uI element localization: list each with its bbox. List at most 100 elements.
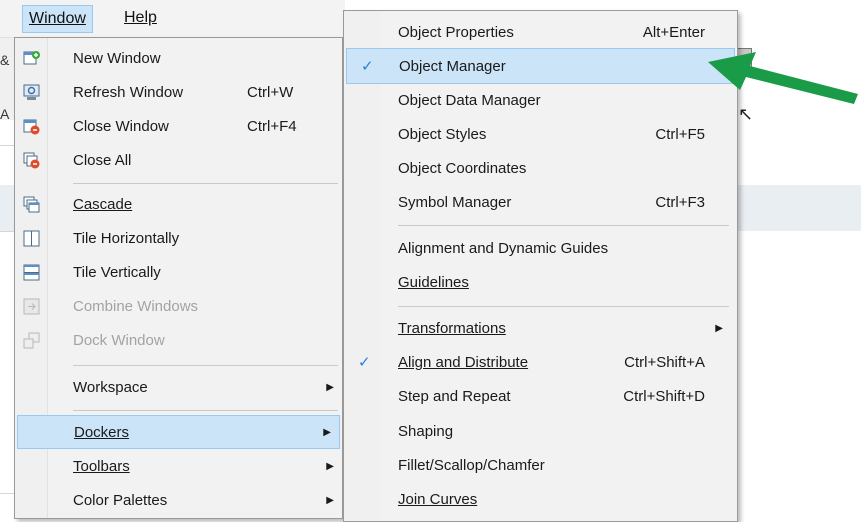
tile-vertically-icon: [23, 264, 40, 281]
menu-item-color-palettes[interactable]: Color Palettes ▶: [15, 484, 342, 516]
cascade-icon: [23, 196, 40, 213]
refresh-window-icon: [23, 84, 40, 100]
menu-item-label-text: Dockers: [74, 424, 130, 441]
menu-item-fillet-scallop-chamfer[interactable]: Fillet/Scallop/Chamfer: [344, 448, 737, 482]
menu-item-label: Symbol Manager: [398, 194, 512, 211]
menu-separator: [398, 306, 729, 307]
background-panel: [0, 185, 14, 231]
menu-item-label: Close Window: [73, 118, 169, 135]
close-all-icon: [23, 152, 40, 169]
menu-item-transformations[interactable]: Transformations ▶: [344, 311, 737, 345]
menu-separator: [73, 365, 338, 366]
menu-item-combine-windows[interactable]: Combine Windows: [15, 290, 342, 322]
menu-item-refresh-window[interactable]: Refresh Window Ctrl+W: [15, 76, 342, 108]
menu-item-shaping[interactable]: Shaping: [344, 414, 737, 448]
menu-item-label: Object Manager: [399, 58, 506, 75]
menu-item-cascade[interactable]: Cascade: [15, 188, 342, 220]
dockers-submenu: Object Properties Alt+Enter ✓ Object Man…: [343, 10, 738, 522]
menu-item-label: New Window: [73, 50, 161, 67]
edge-text: &: [0, 52, 10, 68]
annotation-arrow-icon: [708, 52, 858, 104]
menu-item-tile-horizontally[interactable]: Tile Horizontally: [15, 222, 342, 254]
check-icon: ✓: [358, 354, 371, 371]
menu-item-dock-window[interactable]: Dock Window: [15, 324, 342, 356]
menu-item-label: Combine Windows: [73, 298, 199, 315]
menu-item-object-manager[interactable]: ✓ Object Manager: [346, 48, 735, 84]
menu-item-shortcut: Ctrl+F4: [247, 118, 297, 135]
menu-item-label-text: Toolbars: [73, 458, 130, 475]
menu-item-label-text: Align and Distribute: [398, 354, 529, 371]
menu-item-object-styles[interactable]: Object Styles Ctrl+F5: [344, 117, 737, 151]
menu-item-label: Guidelines: [398, 265, 469, 300]
menu-item-close-window[interactable]: Close Window Ctrl+F4: [15, 110, 342, 142]
menu-item-step-repeat[interactable]: Step and Repeat Ctrl+Shift+D: [344, 379, 737, 413]
menu-item-toolbars[interactable]: Toolbars ▶: [15, 450, 342, 482]
menu-item-label: Cascade: [73, 188, 132, 222]
submenu-arrow-icon: ▶: [326, 461, 334, 472]
menu-item-label-text: Transformations: [398, 320, 506, 337]
menu-item-label: Workspace: [73, 379, 148, 396]
menu-item-label-text: Cascade: [73, 196, 133, 213]
combine-windows-icon: [23, 298, 40, 315]
edge-text: A: [0, 106, 10, 122]
menu-item-object-properties[interactable]: Object Properties Alt+Enter: [344, 15, 737, 49]
mouse-cursor-icon: ↖: [738, 104, 754, 124]
menu-separator: [398, 225, 729, 226]
menu-item-shortcut: Ctrl+W: [247, 84, 294, 101]
menu-item-shortcut: Ctrl+Shift+A: [624, 354, 705, 371]
menu-item-label: Object Data Manager: [398, 92, 541, 109]
menu-item-guidelines[interactable]: Guidelines: [344, 265, 737, 299]
menu-window-label: Window: [29, 10, 86, 27]
menu-item-label: Step and Repeat: [398, 388, 511, 405]
menu-item-label: Shaping: [398, 423, 454, 440]
menu-item-label-text: Join Curves: [398, 491, 478, 508]
menu-help-label: Help: [124, 9, 157, 26]
menu-item-object-data-manager[interactable]: Object Data Manager: [344, 83, 737, 117]
menu-item-symbol-manager[interactable]: Symbol Manager Ctrl+F3: [344, 185, 737, 219]
menu-item-label: Fillet/Scallop/Chamfer: [398, 457, 545, 474]
submenu-arrow-icon: ▶: [323, 427, 331, 438]
menu-bar: Window Help: [0, 0, 345, 38]
menu-item-shortcut: Ctrl+F3: [655, 194, 705, 211]
menu-item-label: Tile Horizontally: [73, 230, 180, 247]
submenu-arrow-icon: ▶: [326, 382, 334, 393]
menu-window[interactable]: Window: [22, 5, 93, 33]
menu-item-label: Dockers: [74, 416, 129, 450]
menu-item-workspace[interactable]: Workspace ▶: [15, 371, 342, 403]
menu-item-label: Object Styles: [398, 126, 487, 143]
menu-item-align-distribute[interactable]: ✓ Align and Distribute Ctrl+Shift+A: [344, 345, 737, 379]
close-window-icon: [23, 119, 40, 135]
menu-help[interactable]: Help: [118, 5, 163, 31]
submenu-arrow-icon: ▶: [715, 323, 723, 334]
new-window-icon: [23, 51, 40, 65]
menu-item-label: Alignment and Dynamic Guides: [398, 240, 609, 257]
background-divider: [0, 231, 14, 232]
menu-item-dockers[interactable]: Dockers ▶: [17, 415, 340, 449]
menu-item-object-coordinates[interactable]: Object Coordinates: [344, 151, 737, 185]
check-icon: ✓: [361, 58, 374, 75]
background-divider: [0, 493, 14, 494]
menu-item-label: Tile Vertically: [73, 264, 161, 281]
menu-separator: [73, 410, 338, 411]
menu-item-close-all[interactable]: Close All: [15, 144, 342, 176]
menu-item-label: Object Properties: [398, 24, 514, 41]
menu-separator: [73, 183, 338, 184]
submenu-arrow-icon: ▶: [326, 495, 334, 506]
menu-item-alignment-dynamic-guides[interactable]: Alignment and Dynamic Guides: [344, 231, 737, 265]
menu-item-tile-vertically[interactable]: Tile Vertically: [15, 256, 342, 288]
menu-item-shortcut: Alt+Enter: [642, 24, 705, 41]
menu-item-join-curves[interactable]: Join Curves: [344, 482, 737, 516]
background-panel-right: [736, 185, 861, 231]
menu-item-label: Dock Window: [73, 332, 165, 349]
menu-item-label-text: Guidelines: [398, 274, 469, 291]
menu-item-new-window[interactable]: New Window: [15, 42, 342, 74]
menu-item-shortcut: Ctrl+F5: [655, 126, 705, 143]
menu-item-label: Close All: [73, 152, 132, 169]
menu-item-label: Transformations: [398, 311, 506, 346]
dock-window-icon: [23, 332, 40, 349]
menu-item-label: Color Palettes: [73, 492, 168, 509]
menu-item-shortcut: Ctrl+Shift+D: [623, 388, 705, 405]
background-divider: [0, 145, 14, 146]
tile-horizontally-icon: [23, 230, 40, 247]
menu-item-label: Align and Distribute: [398, 345, 528, 380]
